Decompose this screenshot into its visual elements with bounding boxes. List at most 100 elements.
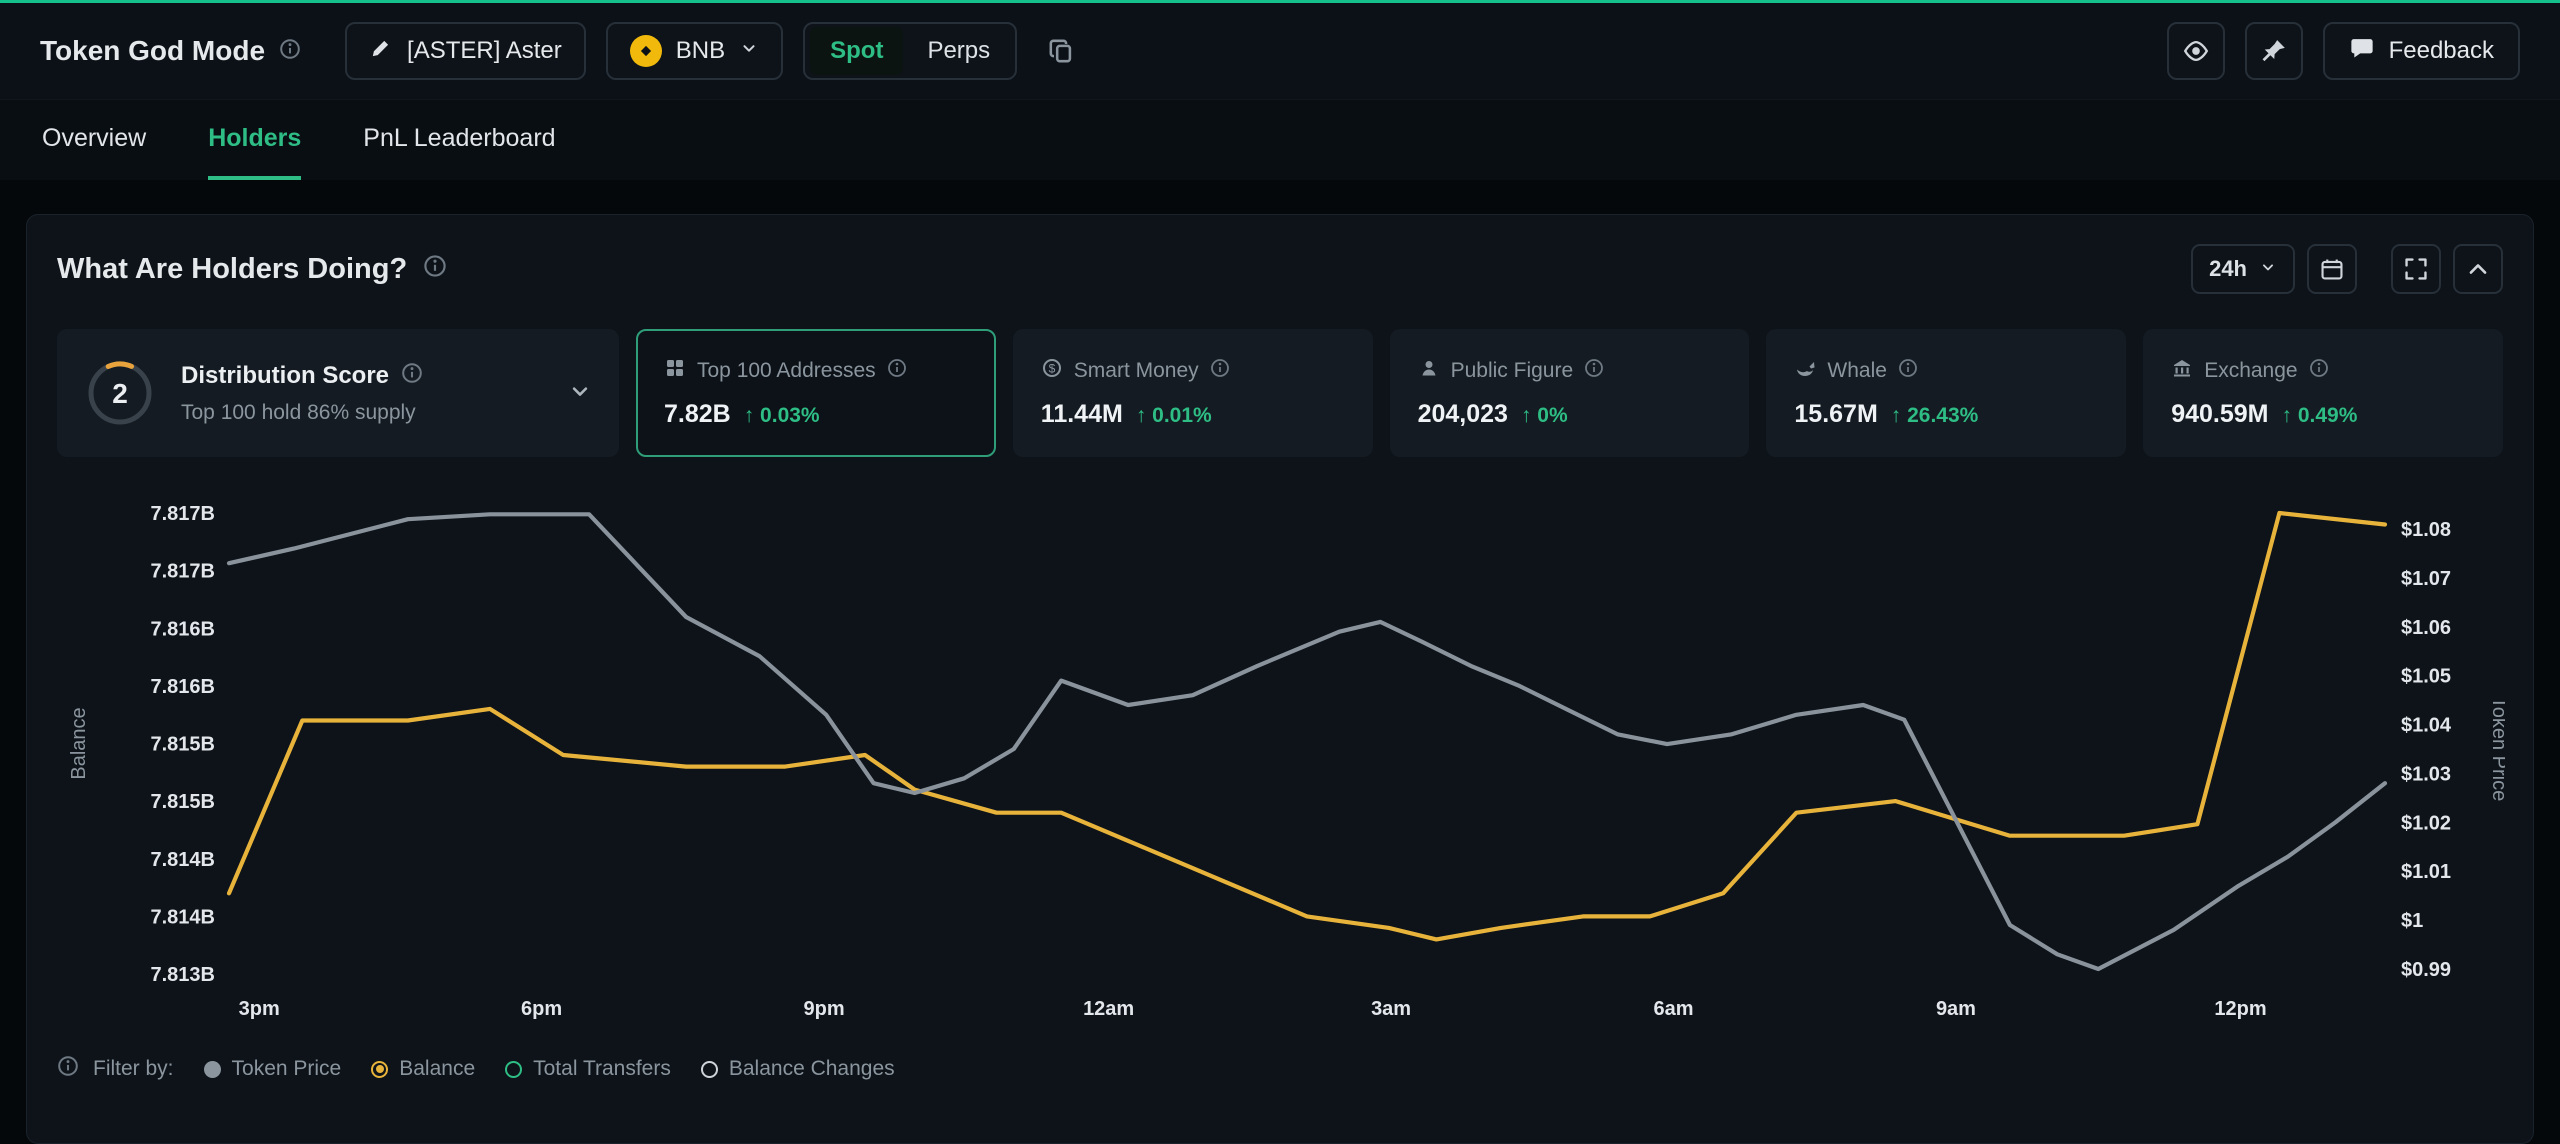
x-axis-tick: 9am (1936, 998, 1976, 1020)
info-icon[interactable] (57, 1055, 79, 1083)
metric-change: ↑ 0% (1521, 404, 1568, 428)
balance-radio-icon (371, 1061, 388, 1078)
whale-icon (1794, 357, 1816, 385)
metric-label: Exchange (2204, 359, 2297, 383)
right-axis-tick: $1.08 (2401, 519, 2451, 541)
bank-icon (2171, 357, 2193, 385)
metric-value: 7.82B (664, 400, 731, 429)
right-axis-tick: $1.05 (2401, 666, 2451, 688)
metric-value: 11.44M (1041, 400, 1123, 429)
tab-pnl-leaderboard[interactable]: PnL Leaderboard (363, 100, 555, 180)
timeframe-value: 24h (2209, 256, 2247, 282)
legend-label: Balance (399, 1057, 475, 1081)
info-icon[interactable] (887, 358, 907, 384)
metric-card-top-100-addresses[interactable]: Top 100 Addresses 7.82B ↑ 0.03% (636, 329, 996, 457)
metric-card-public-figure[interactable]: Public Figure 204,023 ↑ 0% (1390, 329, 1750, 457)
info-icon[interactable] (401, 362, 423, 391)
feedback-label: Feedback (2389, 37, 2494, 65)
timeframe-dropdown[interactable]: 24h (2191, 244, 2295, 294)
metric-value: 940.59M (2171, 400, 2268, 429)
distribution-score-card[interactable]: 2 Distribution Score Top 100 hold 86% su… (57, 329, 619, 457)
tab-holders[interactable]: Holders (208, 100, 301, 180)
chain-selector[interactable]: BNB (606, 22, 783, 80)
token-selector-label: [ASTER] Aster (407, 37, 562, 65)
tab-overview[interactable]: Overview (42, 100, 146, 180)
pin-button[interactable] (2245, 22, 2303, 80)
metric-label: Smart Money (1074, 359, 1199, 383)
info-icon[interactable] (1584, 358, 1604, 384)
panel-header: What Are Holders Doing? 24h (57, 243, 2503, 295)
right-axis-tick: $1 (2401, 910, 2423, 932)
person-icon (1418, 357, 1440, 385)
holders-chart[interactable]: 7.817B7.817B7.816B7.816B7.815B7.815B7.81… (57, 487, 2505, 1037)
chevron-down-icon[interactable] (567, 378, 593, 409)
collapse-button[interactable] (2453, 244, 2503, 294)
left-axis-tick: 7.815B (151, 734, 216, 756)
left-axis-tick: 7.814B (151, 906, 216, 928)
right-axis-tick: $1.02 (2401, 812, 2451, 834)
total-transfers-circle-icon (505, 1061, 522, 1078)
info-icon[interactable] (1898, 358, 1918, 384)
spot-toggle[interactable]: Spot (810, 27, 903, 75)
filter-by-label: Filter by: (93, 1057, 174, 1081)
coin-icon: $ (1041, 357, 1063, 385)
right-axis-tick: $0.99 (2401, 959, 2451, 981)
market-toggle: Spot Perps (803, 22, 1017, 80)
panel-title: What Are Holders Doing? (57, 253, 447, 286)
metric-card-whale[interactable]: Whale 15.67M ↑ 26.43% (1766, 329, 2126, 457)
series-line-balance (229, 513, 2385, 939)
token-selector[interactable]: [ASTER] Aster (345, 22, 586, 80)
right-axis-tick: $1.06 (2401, 617, 2451, 639)
left-axis-tick: 7.817B (151, 561, 216, 583)
x-axis-tick: 6pm (521, 998, 562, 1020)
legend-item-balance[interactable]: Balance (371, 1057, 475, 1081)
pencil-icon (369, 36, 393, 67)
calendar-button[interactable] (2307, 244, 2357, 294)
metric-card-smart-money[interactable]: $ Smart Money 11.44M ↑ 0.01% (1013, 329, 1373, 457)
info-icon[interactable] (2309, 358, 2329, 384)
chain-selector-label: BNB (676, 37, 725, 65)
metric-value: 15.67M (1794, 400, 1877, 429)
right-axis-tick: $1.04 (2401, 715, 2452, 737)
feedback-button[interactable]: Feedback (2323, 22, 2520, 80)
left-axis-tick: 7.814B (151, 849, 216, 871)
metric-label: Top 100 Addresses (697, 359, 876, 383)
chart-filter-legend: Filter by: Token Price Balance Total Tra… (57, 1055, 2503, 1083)
metric-card-exchange[interactable]: Exchange 940.59M ↑ 0.49% (2143, 329, 2503, 457)
left-axis-tick: 7.817B (151, 503, 216, 525)
metric-change: ↑ 0.49% (2281, 404, 2357, 428)
metric-label: Whale (1827, 359, 1887, 383)
x-axis-tick: 12am (1083, 998, 1134, 1020)
legend-label: Balance Changes (729, 1057, 895, 1081)
perps-toggle[interactable]: Perps (907, 27, 1010, 75)
page-tabs: Overview Holders PnL Leaderboard (0, 100, 2560, 180)
right-axis-tick: $1.03 (2401, 763, 2451, 785)
legend-item-token-price[interactable]: Token Price (204, 1057, 342, 1081)
fullscreen-button[interactable] (2391, 244, 2441, 294)
stat-cards-row: 2 Distribution Score Top 100 hold 86% su… (57, 329, 2503, 457)
panel-controls: 24h (2191, 244, 2503, 294)
legend-item-total-transfers[interactable]: Total Transfers (505, 1057, 671, 1081)
info-icon[interactable] (423, 253, 447, 286)
series-line-token-price (229, 514, 2385, 969)
info-icon[interactable] (1210, 358, 1230, 384)
balance-changes-circle-icon (701, 1061, 718, 1078)
watch-button[interactable] (2167, 22, 2225, 80)
right-axis-tick: $1.07 (2401, 568, 2451, 590)
distribution-score-label: Distribution Score (181, 362, 389, 390)
x-axis-tick: 6am (1654, 998, 1694, 1020)
copy-button[interactable] (1037, 27, 1085, 75)
x-axis-tick: 12pm (2214, 998, 2266, 1020)
app-header: Token God Mode [ASTER] Aster BNB Spot Pe… (0, 3, 2560, 100)
info-icon[interactable] (279, 35, 301, 67)
distribution-score-subtitle: Top 100 hold 86% supply (181, 401, 423, 425)
grid-icon (664, 357, 686, 385)
distribution-score-value: 2 (112, 378, 128, 409)
left-axis-tick: 7.816B (151, 676, 216, 698)
legend-item-balance-changes[interactable]: Balance Changes (701, 1057, 895, 1081)
app-title-text: Token God Mode (40, 35, 265, 67)
holders-panel: What Are Holders Doing? 24h (26, 214, 2534, 1144)
metric-label: Public Figure (1451, 359, 1574, 383)
distribution-score-gauge: 2 (83, 356, 157, 430)
distribution-score-texts: Distribution Score Top 100 hold 86% supp… (181, 362, 423, 425)
